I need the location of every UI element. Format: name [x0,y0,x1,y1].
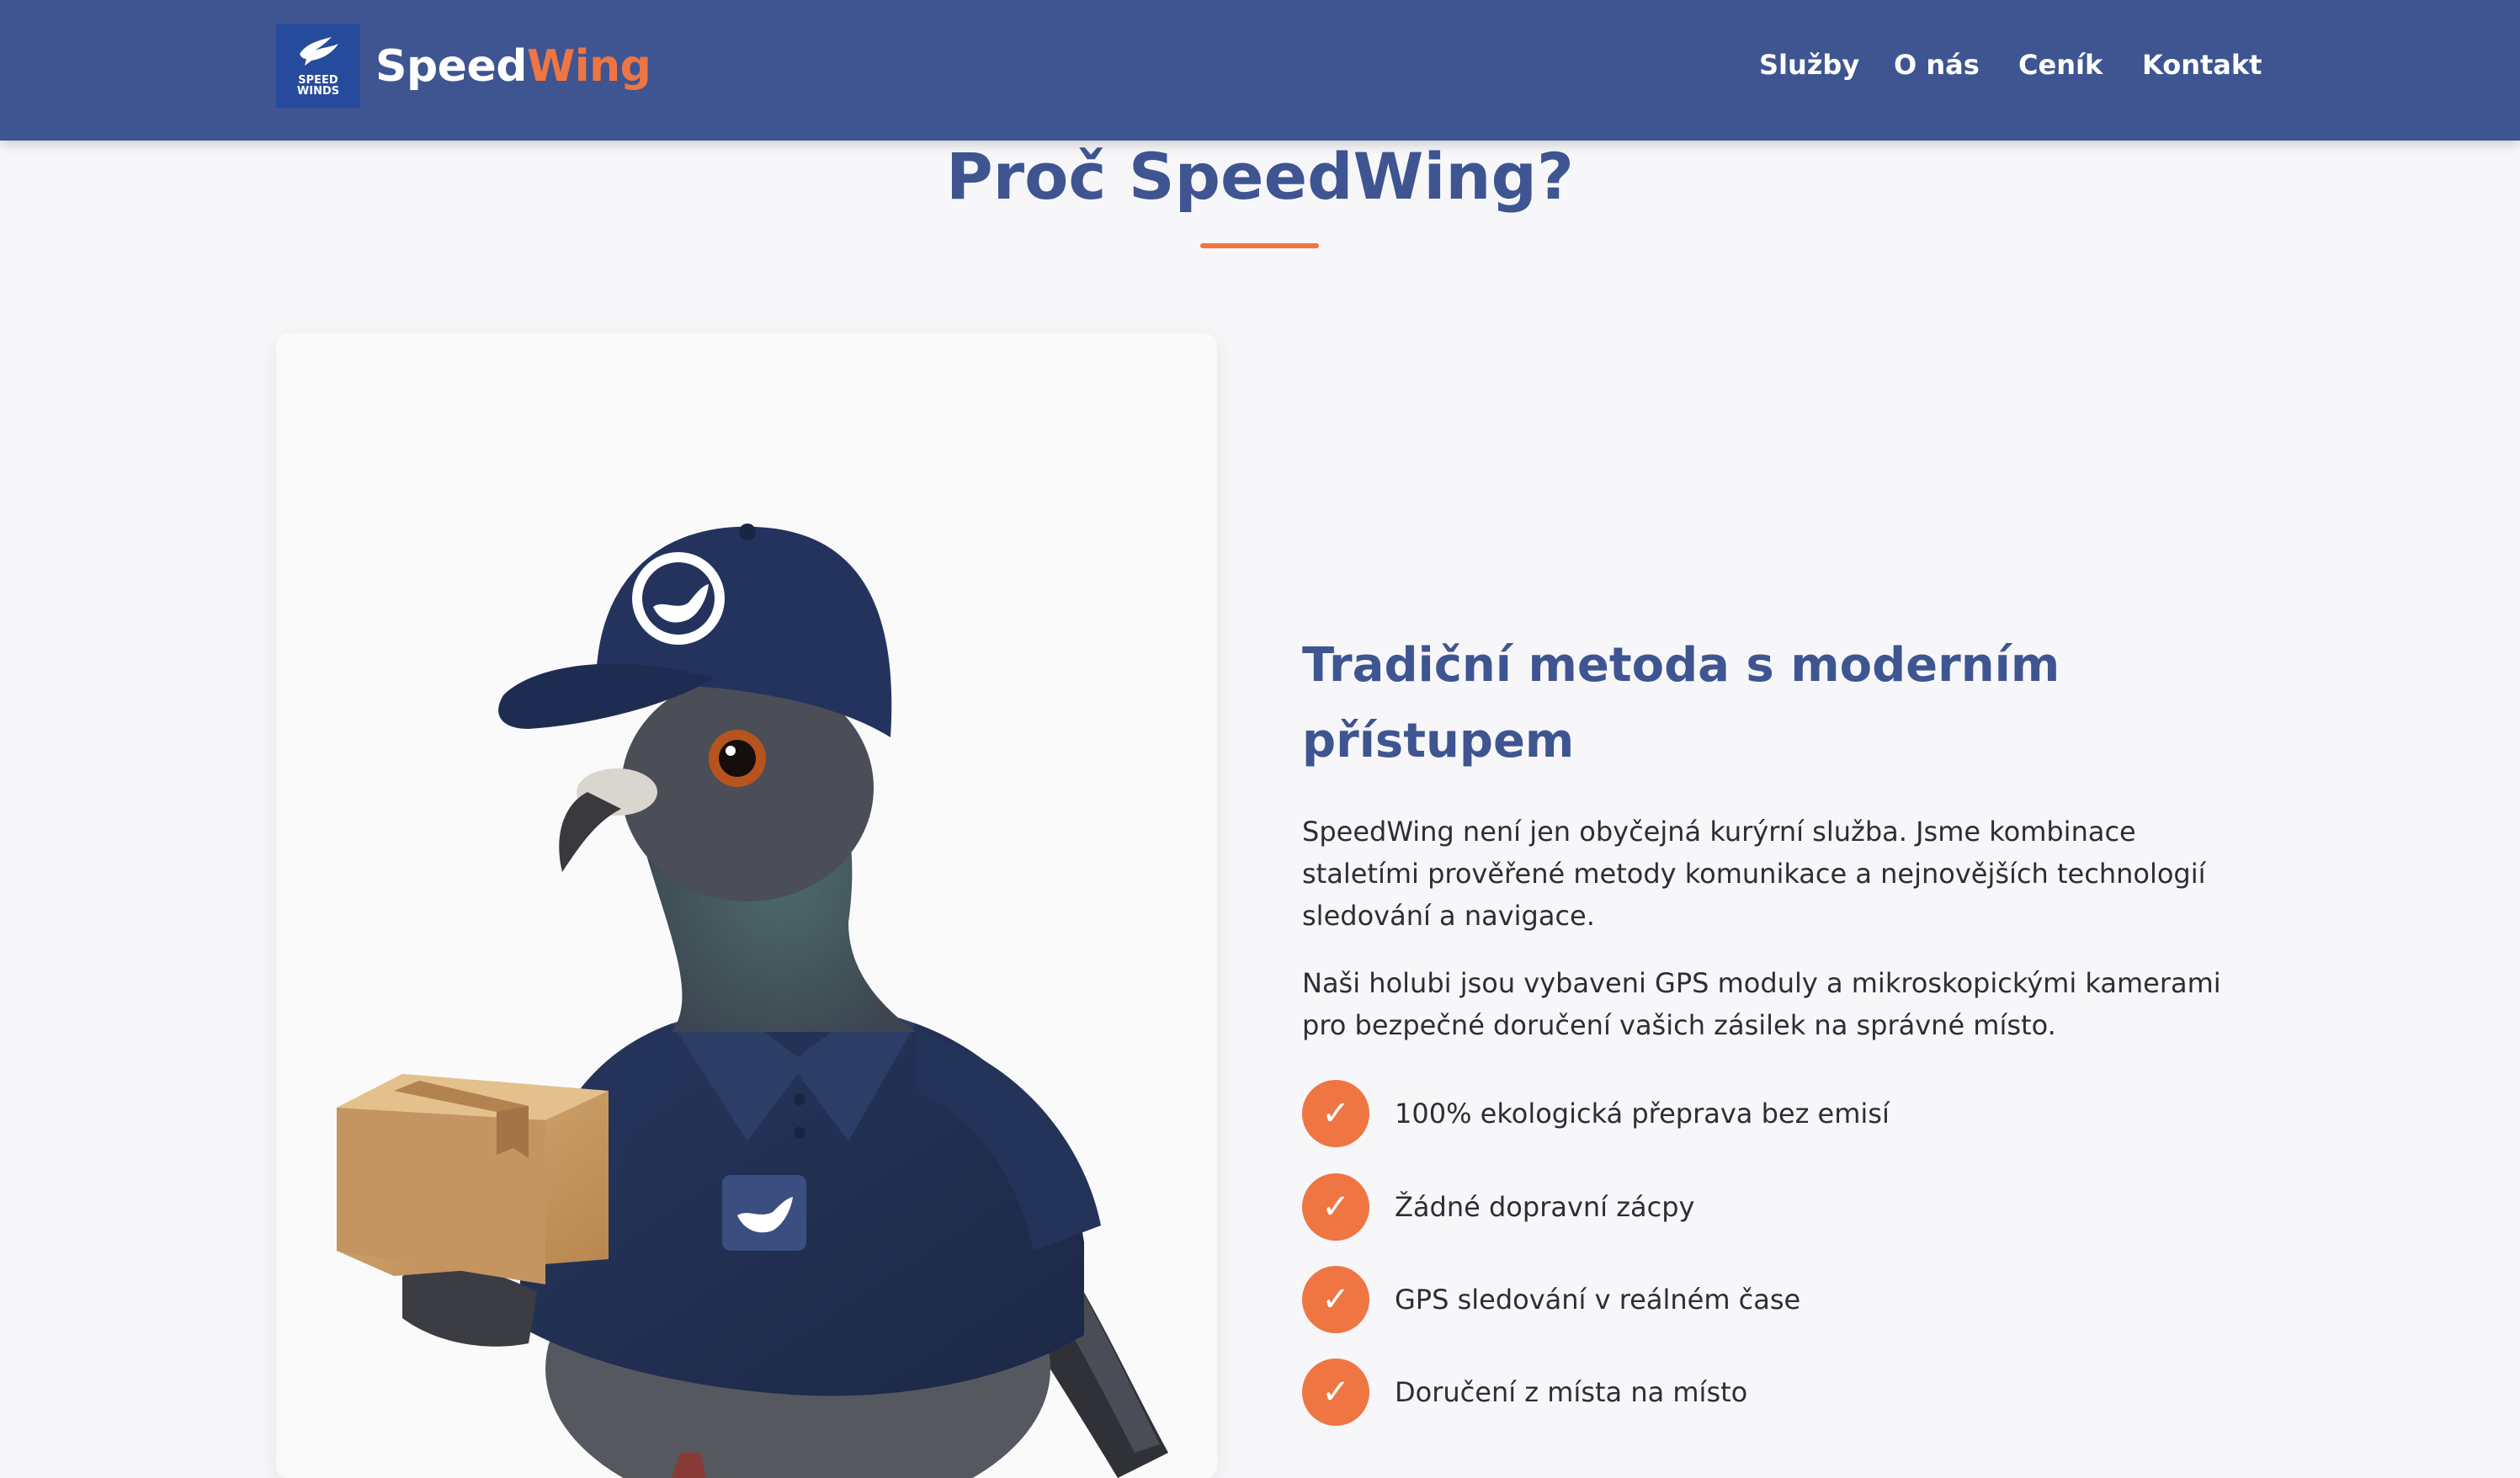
check-icon: ✓ [1302,1173,1369,1241]
brand-name-part2: Wing [526,41,651,92]
gps-paragraph: Naši holubi jsou vybaveni GPS moduly a m… [1302,967,2221,1041]
nav-link-o-nas[interactable]: O nás [1894,44,1980,86]
title-underline [1200,243,1319,248]
logo[interactable]: SPEED WINDS [276,24,360,108]
nav-link-kontakt[interactable]: Kontakt [2142,44,2262,86]
nav-link-cenik[interactable]: Ceník [2018,44,2103,86]
feature-text: Doručení z místa na místo [1395,1376,1748,1408]
feature-item: ✓ Doručení z místa na místo [1302,1358,2312,1426]
bird-wing-logo-icon [300,37,338,66]
feature-text: Žádné dopravní zácpy [1395,1191,1695,1223]
check-icon: ✓ [1302,1080,1369,1147]
feature-item: ✓ GPS sledování v reálném čase [1302,1266,2312,1333]
pigeon-courier-illustration [337,524,1168,1478]
brand-name-part1: Speed [375,41,527,92]
site-header: SPEED WINDS SpeedWing Služby O nás Ceník… [0,0,2520,141]
section-title: Proč SpeedWing? [945,139,1574,214]
pigeon-courier-image-card [276,333,1217,1478]
intro-paragraph: SpeedWing není jen obyčejná kurýrní služ… [1302,816,2206,932]
feature-item: ✓ Žádné dopravní zácpy [1302,1173,2312,1241]
feature-text: GPS sledování v reálném čase [1395,1284,1801,1316]
feature-item: ✓ 100% ekologická přeprava bez emisí [1302,1080,2312,1147]
logo-text-line2: WINDS [296,85,340,98]
nav-link-sluzby[interactable]: Služby [1759,44,1859,86]
check-icon: ✓ [1302,1266,1369,1333]
brand-name[interactable]: SpeedWing [375,37,651,96]
feature-text: 100% ekologická přeprava bez emisí [1395,1098,1890,1130]
check-icon: ✓ [1302,1358,1369,1426]
content-subtitle: Tradiční metoda s moderním přístupem [1302,638,2060,768]
